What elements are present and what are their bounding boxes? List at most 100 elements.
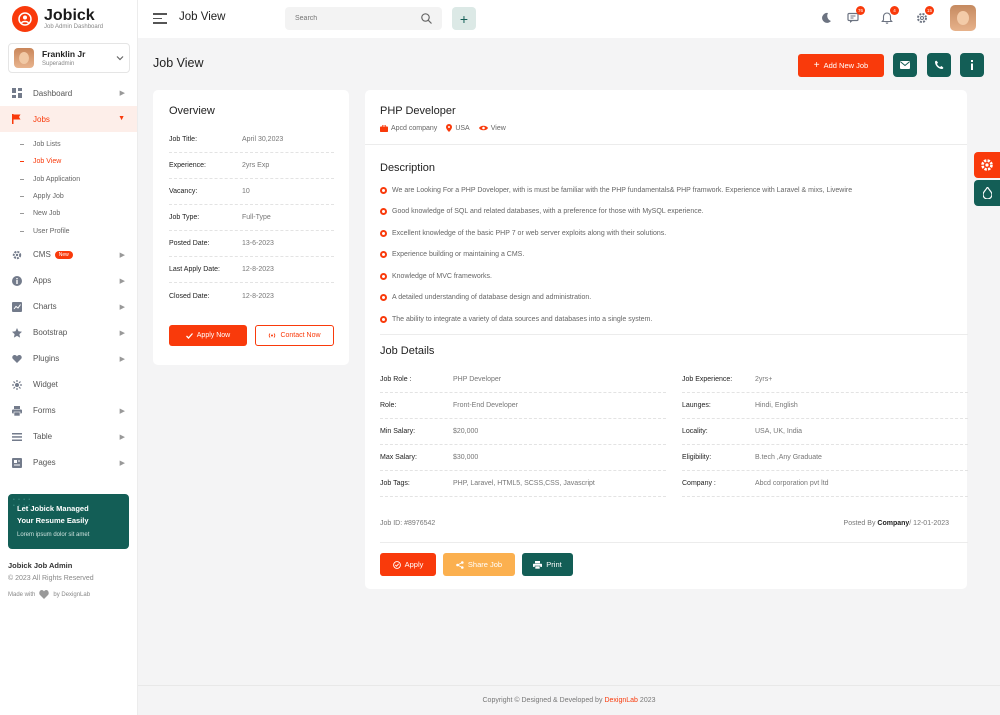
broadcast-icon xyxy=(269,333,276,338)
sidebar-item-widget[interactable]: Widget xyxy=(0,372,137,398)
overview-value: April 30,2023 xyxy=(242,136,284,143)
sidebar-item-pages[interactable]: Pages ▶ xyxy=(0,450,137,476)
footer-brand-link[interactable]: DexignLab xyxy=(604,697,637,704)
posted-by-prefix: Posted By xyxy=(843,520,878,527)
sidebar-item-cms[interactable]: CMS New ▶ xyxy=(0,242,137,268)
contact-now-label: Contact Now xyxy=(280,332,321,339)
notifications-button[interactable]: 4 xyxy=(880,6,899,25)
job-detail-value: Front-End Developer xyxy=(453,402,518,409)
description-item: Excellent knowledge of the basic PHP 7 o… xyxy=(380,230,666,237)
overview-row: Closed Date: 12-8-2023 xyxy=(169,283,334,309)
job-view[interactable]: View xyxy=(478,125,506,132)
sidebar-item-dashboard[interactable]: Dashboard ▶ xyxy=(0,80,137,106)
print-button[interactable]: Print xyxy=(522,553,573,576)
apply-button[interactable]: Apply xyxy=(380,553,436,576)
sidebar-item-apps[interactable]: Apps ▶ xyxy=(0,268,137,294)
briefcase-icon xyxy=(380,124,388,132)
job-detail-value: PHP Developer xyxy=(453,376,502,383)
email-button[interactable] xyxy=(893,53,917,77)
description-text: Knowledge of MVC frameworks. xyxy=(392,273,492,280)
printer-icon xyxy=(12,405,22,416)
apply-now-label: Apply Now xyxy=(196,332,231,339)
add-new-job-button[interactable]: + Add New Job xyxy=(798,54,884,77)
main-content: Job View + Add New Job Overview Job Titl… xyxy=(138,38,1000,715)
overview-row: Vacancy: 10 xyxy=(169,179,334,205)
plus-icon: + xyxy=(459,10,469,27)
gear-icon xyxy=(12,250,22,260)
submenu-job-application[interactable]: Job Application xyxy=(20,171,137,188)
job-detail-key: Min Salary: xyxy=(380,428,416,435)
job-location-name: USA xyxy=(455,124,470,132)
submenu-user-profile[interactable]: User Profile xyxy=(20,222,137,239)
submenu-job-lists[interactable]: Job Lists xyxy=(20,136,137,153)
sidebar-item-jobs[interactable]: Jobs ▼ xyxy=(0,106,137,132)
decorative-dots: • • • • • • • • xyxy=(13,497,32,509)
gear-icon xyxy=(981,159,993,171)
overview-key: Job Title: xyxy=(169,136,198,143)
messages-button[interactable]: 76 xyxy=(846,6,865,25)
search-icon[interactable] xyxy=(421,13,432,24)
share-job-button[interactable]: Share Job xyxy=(443,553,515,576)
description-title: Description xyxy=(380,162,436,174)
profile-avatar[interactable] xyxy=(950,5,976,31)
promo-card[interactable]: • • • • • • • • Let Jobick Managed Your R… xyxy=(8,494,129,549)
overview-row: Last Apply Date: 12-8-2023 xyxy=(169,257,334,283)
overview-key: Experience: xyxy=(169,162,206,169)
bullet-icon xyxy=(380,251,387,258)
submenu-new-job[interactable]: New Job xyxy=(20,205,137,222)
pages-icon xyxy=(12,457,22,468)
sidebar-item-table[interactable]: Table ▶ xyxy=(0,424,137,450)
sidebar-footer-copyright: © 2023 All Rights Reserved xyxy=(8,575,94,582)
info-icon xyxy=(971,60,973,70)
bullet-icon xyxy=(380,294,387,301)
page-title: Job View xyxy=(153,56,204,70)
logo-icon xyxy=(12,6,38,32)
job-detail-row: Eligibility: B.tech ,Any Graduate xyxy=(682,445,968,471)
phone-button[interactable] xyxy=(927,53,951,77)
dark-mode-toggle[interactable] xyxy=(819,11,833,25)
submenu-job-view[interactable]: Job View xyxy=(20,153,137,170)
sidebar-item-charts[interactable]: Charts ▶ xyxy=(0,294,137,320)
job-location: USA xyxy=(446,124,470,132)
share-icon xyxy=(456,560,464,569)
sidebar-item-forms[interactable]: Forms ▶ xyxy=(0,398,137,424)
add-button[interactable]: + xyxy=(452,7,476,30)
share-job-label: Share Job xyxy=(467,560,503,569)
brand-logo[interactable]: Jobick Job Admin Dashboard xyxy=(12,6,103,32)
divider xyxy=(380,334,968,335)
job-detail-key: Company : xyxy=(682,480,716,487)
overview-key: Last Apply Date: xyxy=(169,266,220,273)
submenu-apply-job[interactable]: Apply Job xyxy=(20,188,137,205)
chevron-right-icon: ▶ xyxy=(119,433,125,441)
bullet-icon xyxy=(380,273,387,280)
job-detail-row: Launges: Hindi, English xyxy=(682,393,968,419)
sidebar-item-bootstrap[interactable]: Bootstrap ▶ xyxy=(0,320,137,346)
job-detail-value: Hindi, English xyxy=(755,402,798,409)
chevron-right-icon: ▶ xyxy=(119,277,125,285)
chevron-right-icon: ▶ xyxy=(119,303,125,311)
overview-key: Vacancy: xyxy=(169,188,198,195)
job-detail-key: Job Tags: xyxy=(380,480,410,487)
apply-now-button[interactable]: Apply Now xyxy=(169,325,247,346)
job-detail-row: Min Salary: $20,000 xyxy=(380,419,666,445)
bullet-icon xyxy=(380,187,387,194)
hamburger-menu-icon[interactable] xyxy=(153,13,167,27)
settings-button[interactable]: 15 xyxy=(915,6,934,25)
heart-icon xyxy=(39,590,50,599)
contact-now-button[interactable]: Contact Now xyxy=(255,325,334,346)
sidebar-item-label: Bootstrap xyxy=(33,328,68,338)
user-card[interactable]: Franklin Jr Superadmin xyxy=(8,43,130,73)
sidebar-item-plugins[interactable]: Plugins ▶ xyxy=(0,346,137,372)
overview-value: Full-Type xyxy=(242,214,271,221)
sidebar: Jobick Job Admin Dashboard Franklin Jr S… xyxy=(0,0,138,715)
sidebar-menu: Dashboard ▶ Jobs ▼ Job Lists Job View Jo… xyxy=(0,80,137,476)
theme-settings-button[interactable] xyxy=(974,152,1000,178)
job-detail-key: Job Experience: xyxy=(682,376,733,383)
info-button[interactable] xyxy=(960,53,984,77)
overview-value: 10 xyxy=(242,188,250,195)
search-input[interactable] xyxy=(295,15,421,22)
chevron-right-icon: ▶ xyxy=(119,329,125,337)
description-text: We are Looking For a PHP Doveloper, with… xyxy=(392,187,853,194)
color-scheme-button[interactable] xyxy=(974,180,1000,206)
job-detail-key: Launges: xyxy=(682,402,711,409)
